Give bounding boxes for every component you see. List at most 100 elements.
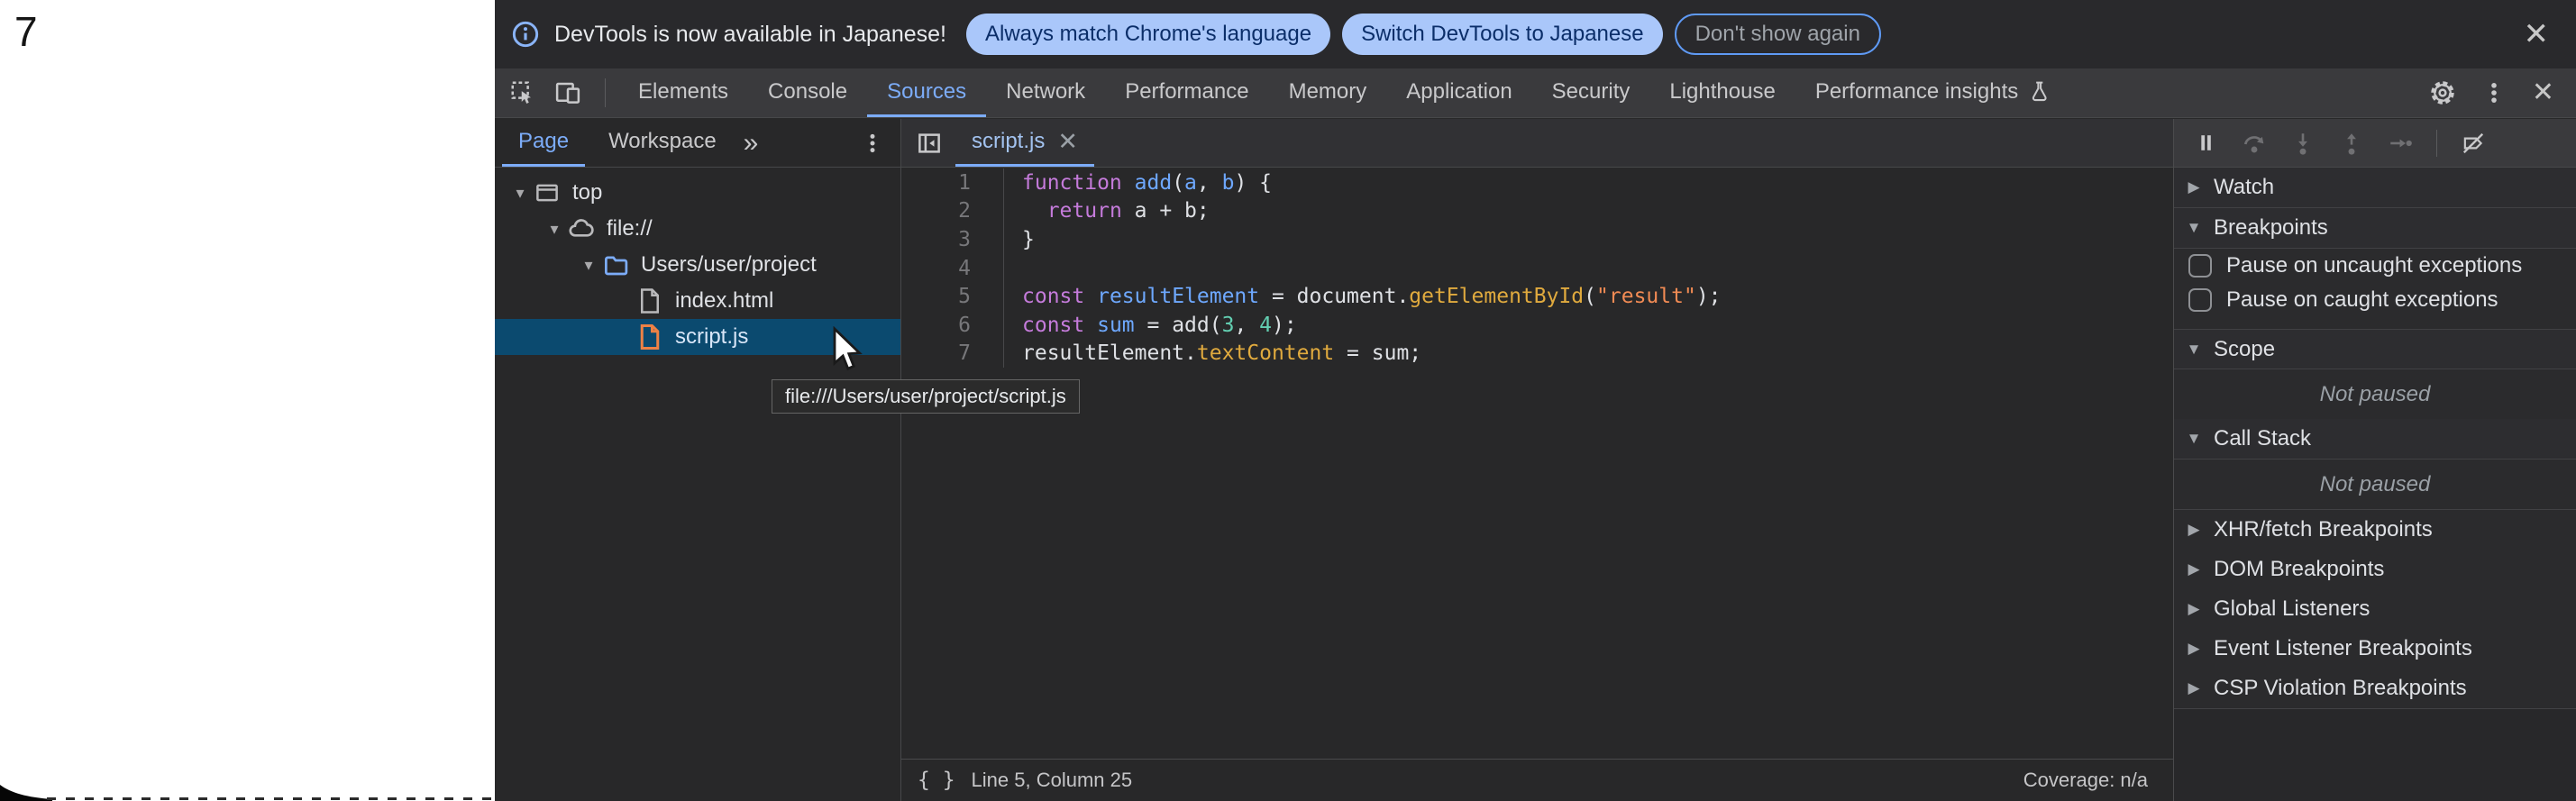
line-number[interactable]: 4 xyxy=(901,254,1004,283)
chevron-right-icon: ▶ xyxy=(2174,560,2214,578)
section-xhr-fetch-breakpoints[interactable]: ▶XHR/fetch Breakpoints xyxy=(2174,510,2576,550)
chevron-right-icon: ▶ xyxy=(2174,178,2214,196)
section-event-listener-breakpoints[interactable]: ▶Event Listener Breakpoints xyxy=(2174,629,2576,669)
toolbar-separator xyxy=(605,78,606,107)
step-icon[interactable] xyxy=(2388,131,2413,156)
tree-expand-icon[interactable]: ▾ xyxy=(542,220,567,239)
section-label: DOM Breakpoints xyxy=(2214,557,2384,582)
main-tab-elements[interactable]: Elements xyxy=(618,68,748,117)
main-tab-sources[interactable]: Sources xyxy=(867,68,986,117)
main-tab-label: Application xyxy=(1406,79,1512,105)
tab-page[interactable]: Page xyxy=(502,119,585,167)
chevron-down-icon: ▼ xyxy=(2174,219,2214,237)
tree-item-index-html[interactable]: index.html xyxy=(495,283,900,319)
section-scope[interactable]: ▼Scope xyxy=(2174,329,2576,369)
main-tab-security[interactable]: Security xyxy=(1532,68,1650,117)
main-tab-label: Performance xyxy=(1125,79,1248,105)
devtools-window: DevTools is now available in Japanese! A… xyxy=(495,0,2576,801)
toolbar-left-icons xyxy=(495,68,618,117)
editor-tab-script-js[interactable]: script.js ✕ xyxy=(955,119,1094,167)
navigator-kebab-menu-icon[interactable] xyxy=(861,119,900,167)
main-tab-console[interactable]: Console xyxy=(748,68,867,117)
tree-item-top[interactable]: ▾top xyxy=(495,175,900,211)
code-line-text: } xyxy=(1004,225,1035,254)
code-editor[interactable]: 1function add(a, b) {2 return a + b;3}45… xyxy=(901,168,2173,801)
section-csp-violation-breakpoints[interactable]: ▶CSP Violation Breakpoints xyxy=(2174,669,2576,708)
section-call-stack[interactable]: ▼Call Stack xyxy=(2174,419,2576,460)
mouse-cursor xyxy=(829,326,865,375)
chevron-down-icon: ▼ xyxy=(2174,430,2214,448)
tree-item-label: Users/user/project xyxy=(641,252,817,278)
tab-workspace-label: Workspace xyxy=(608,129,717,154)
section-watch[interactable]: ▶Watch xyxy=(2174,168,2576,208)
step-into-icon[interactable] xyxy=(2290,131,2316,156)
infobar-button-0[interactable]: Always match Chrome's language xyxy=(966,14,1330,55)
code-line-6: 6const sum = add(3, 4); xyxy=(901,311,2173,340)
kebab-menu-icon[interactable] xyxy=(2481,80,2507,105)
line-number[interactable]: 6 xyxy=(901,311,1004,340)
checkbox[interactable] xyxy=(2188,254,2212,278)
editor-tab-close-icon[interactable]: ✕ xyxy=(1057,130,1078,154)
file-js-icon xyxy=(635,323,664,351)
section-label: Call Stack xyxy=(2214,426,2311,451)
line-number[interactable]: 5 xyxy=(901,282,1004,311)
sources-panel: Page Workspace » ▾top▾file://▾Users/user… xyxy=(495,119,2576,801)
gear-icon[interactable] xyxy=(2429,79,2456,106)
tree-item-file-[interactable]: ▾file:// xyxy=(495,211,900,247)
tree-item-Users-user-project[interactable]: ▾ Users/user/project xyxy=(495,247,900,283)
main-toolbar: ElementsConsole Sources Network Performance… xyxy=(495,68,2576,118)
tab-workspace[interactable]: Workspace xyxy=(592,119,733,167)
checkbox-row-pause-on-caught-exceptions[interactable]: Pause on caught exceptions xyxy=(2174,283,2576,317)
main-tab-application[interactable]: Application xyxy=(1386,68,1531,117)
section-global-listeners[interactable]: ▶Global Listeners xyxy=(2174,589,2576,629)
coverage-text: Coverage: n/a xyxy=(2023,769,2173,792)
checkbox-label: Pause on caught exceptions xyxy=(2226,287,2498,313)
infobar-button-2[interactable]: Don't show again xyxy=(1675,14,1881,55)
line-number[interactable]: 1 xyxy=(901,168,1004,197)
main-tab-performance-insights[interactable]: Performance insights xyxy=(1795,68,2071,117)
inspect-icon[interactable] xyxy=(509,79,536,106)
section-breakpoints[interactable]: ▼Breakpoints xyxy=(2174,208,2576,249)
section-label: XHR/fetch Breakpoints xyxy=(2214,517,2433,542)
cloud-icon xyxy=(567,214,596,243)
code-line-text: function add(a, b) { xyxy=(1004,168,1272,197)
main-tab-lighthouse[interactable]: Lighthouse xyxy=(1649,68,1795,117)
line-number[interactable]: 2 xyxy=(901,197,1004,226)
device-toolbar-icon[interactable] xyxy=(554,79,581,106)
pause-icon[interactable] xyxy=(2194,131,2218,155)
deactivate-breakpoints-icon[interactable] xyxy=(2461,131,2486,156)
section-label: Event Listener Breakpoints xyxy=(2214,636,2472,661)
chevron-right-icon: ▶ xyxy=(2174,640,2214,658)
checkbox-row-pause-on-uncaught-exceptions[interactable]: Pause on uncaught exceptions xyxy=(2174,249,2576,283)
code-line-5: 5const resultElement = document.getEleme… xyxy=(901,282,2173,311)
main-tab-label: Sources xyxy=(887,79,966,105)
step-over-icon[interactable] xyxy=(2242,131,2267,156)
checkbox-label: Pause on uncaught exceptions xyxy=(2226,253,2522,278)
tree-item-label: script.js xyxy=(675,324,748,350)
main-tab-network[interactable]: Network xyxy=(986,68,1105,117)
more-tabs-icon[interactable]: » xyxy=(733,119,770,167)
line-number[interactable]: 7 xyxy=(901,340,1004,369)
checkbox[interactable] xyxy=(2188,288,2212,312)
infobar-button-1[interactable]: Switch DevTools to Japanese xyxy=(1342,14,1663,55)
code-line-text: return a + b; xyxy=(1004,197,1210,226)
info-icon xyxy=(511,20,540,49)
tree-expand-icon[interactable]: ▾ xyxy=(507,184,533,203)
main-tab-label: Lighthouse xyxy=(1669,79,1775,105)
main-tab-performance[interactable]: Performance xyxy=(1105,68,1268,117)
infobar-close-icon[interactable]: ✕ xyxy=(2518,19,2555,50)
toolbar-right-icons: ✕ xyxy=(2429,68,2576,117)
line-number[interactable]: 3 xyxy=(901,225,1004,254)
tree-expand-icon[interactable]: ▾ xyxy=(576,256,601,275)
section-dom-breakpoints[interactable]: ▶DOM Breakpoints xyxy=(2174,550,2576,589)
main-tab-memory[interactable]: Memory xyxy=(1269,68,1387,117)
editor-pane: script.js ✕ 1function add(a, b) {2 retur… xyxy=(901,119,2174,801)
step-out-icon[interactable] xyxy=(2339,131,2364,156)
section-status-scope: Not paused xyxy=(2174,369,2576,419)
navigator-toggle-icon[interactable] xyxy=(901,119,955,167)
pretty-print-icon[interactable]: { } xyxy=(918,769,955,792)
page-result-text: 7 xyxy=(14,7,38,56)
close-icon[interactable]: ✕ xyxy=(2532,79,2554,106)
navigator-sidebar: Page Workspace » ▾top▾file://▾Users/user… xyxy=(495,119,901,801)
chevron-right-icon: ▶ xyxy=(2174,600,2214,618)
